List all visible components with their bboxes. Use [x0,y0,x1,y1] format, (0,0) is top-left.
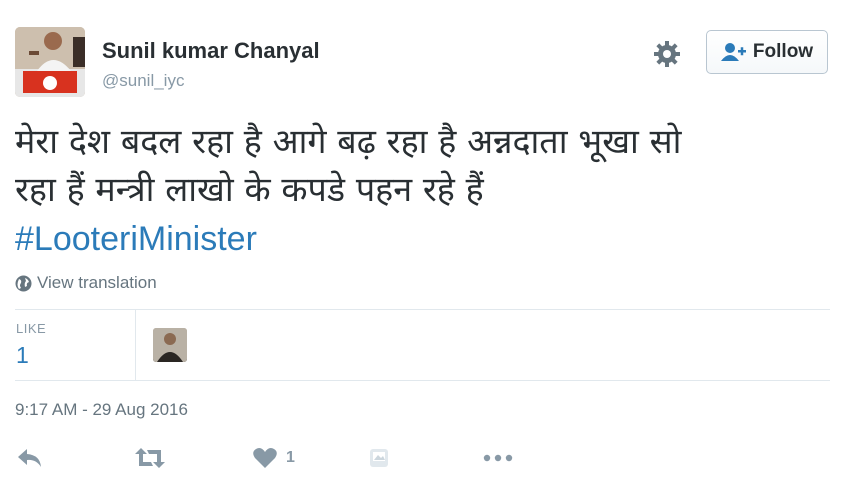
retweet-button[interactable] [135,446,165,470]
heart-icon [253,448,277,468]
tweet-text-line-1: मेरा देश बदल रहा है आगे बढ़ रहा है अन्नद… [15,122,682,162]
follow-user-icon [720,43,746,61]
reply-button[interactable] [17,446,43,470]
like-action-count: 1 [286,449,295,466]
gear-icon[interactable] [652,39,682,69]
like-stat-count: 1 [16,342,29,368]
more-icon [483,454,513,462]
retweet-icon [135,448,165,468]
reply-icon [18,449,41,467]
moments-button[interactable] [369,446,389,470]
tweet-stats: LIKE 1 [15,309,830,381]
like-stat-label: LIKE [16,321,47,336]
moments-icon [370,449,388,467]
liker-avatar[interactable] [153,328,187,362]
hashtag-link[interactable]: #LooteriMinister [15,214,835,264]
view-translation-link[interactable]: View translation [15,273,157,293]
follow-label: Follow [752,41,814,62]
like-button[interactable]: 1 [253,446,295,470]
tweet-card: Sunil kumar Chanyal @sunil_iyc Follow मे… [0,0,850,497]
user-avatar[interactable] [15,27,85,97]
user-handle[interactable]: @sunil_iyc [102,71,184,91]
tweet-text: मेरा देश बदल रहा है आगे बढ़ रहा है अन्नद… [15,118,835,264]
more-button[interactable] [483,446,513,470]
tweet-timestamp[interactable]: 9:17 AM - 29 Aug 2016 [15,400,188,420]
globe-icon [15,275,32,291]
user-name[interactable]: Sunil kumar Chanyal [102,38,320,64]
tweet-actions: 1 [15,440,830,476]
view-translation-label: View translation [37,273,157,292]
like-stat[interactable]: LIKE 1 [15,310,136,380]
follow-button[interactable]: Follow [706,30,828,74]
tweet-text-line-2: रहा हैं मन्त्री लाखो के कपडे पहन रहे हैं [15,170,484,210]
